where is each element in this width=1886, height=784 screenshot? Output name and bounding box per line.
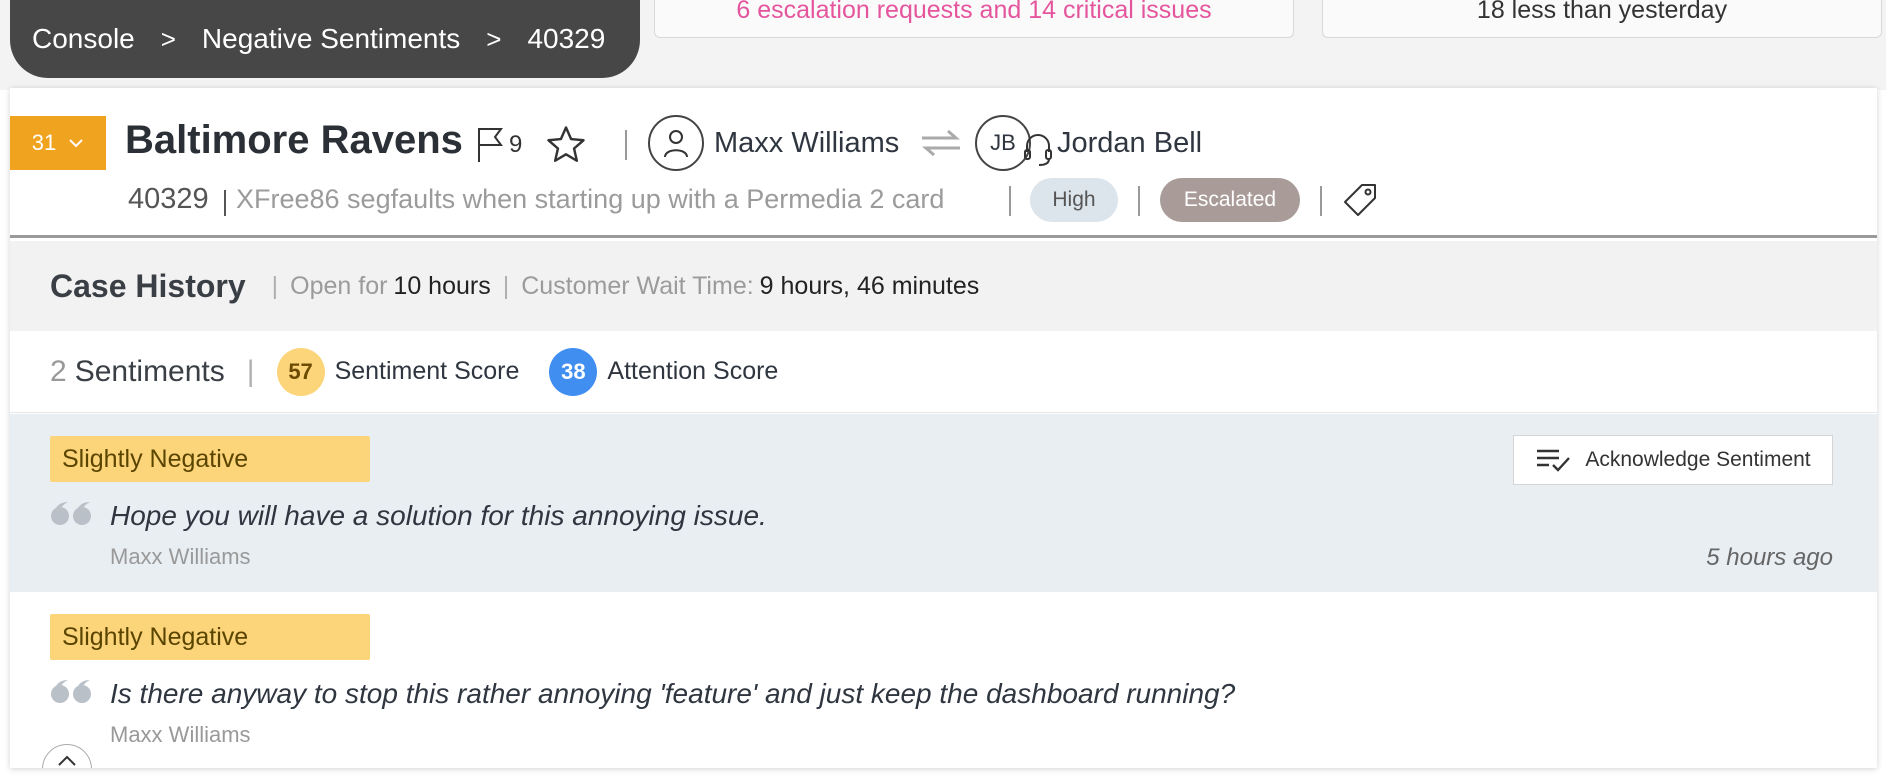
open-for-value: 10 hours — [393, 271, 491, 300]
sentiment-time: 5 hours ago — [1706, 544, 1833, 571]
agent-initials: JB — [990, 130, 1016, 155]
customer[interactable]: Maxx Williams — [648, 115, 899, 171]
sentiment-quote: Is there anyway to stop this rather anno… — [110, 678, 1236, 709]
daily-comparison-card[interactable]: 18 less than yesterday — [1322, 0, 1882, 38]
sentiment-count: 2 — [50, 354, 67, 388]
agent-name: Jordan Bell — [1057, 126, 1203, 159]
sentiment-score-label: Sentiment Score — [334, 357, 520, 385]
divider: | — [246, 354, 255, 388]
escalation-summary-card[interactable]: 6 escalation requests and 14 critical is… — [654, 0, 1294, 38]
chevron-right-icon: > — [160, 23, 176, 54]
wait-time-label: Customer Wait Time: — [521, 271, 754, 300]
attention-score-badge: 38 — [549, 347, 598, 396]
sentiment-tag: Slightly Negative — [50, 614, 370, 660]
quote-icon — [51, 680, 91, 703]
case-description: XFree86 segfaults when starting up with … — [236, 184, 945, 214]
swap-arrows-icon — [922, 129, 960, 157]
attention-score-label: Attention Score — [607, 357, 779, 385]
open-for-label: Open for — [290, 271, 388, 300]
priority-badge[interactable]: High — [1030, 178, 1118, 222]
user-avatar — [648, 115, 704, 171]
acknowledge-sentiment-button[interactable]: Acknowledge Sentiment — [1513, 435, 1833, 485]
case-header: 31 Baltimore Ravens 9 Maxx Williams JB J… — [10, 88, 1877, 238]
transfer-button[interactable] — [920, 128, 962, 158]
sentiment-quote: Hope you will have a solution for this a… — [110, 500, 767, 531]
breadcrumb: Console > Negative Sentiments > 40329 — [10, 0, 640, 78]
divider — [1320, 186, 1322, 216]
case-number: 40329 — [128, 183, 209, 215]
chevron-down-icon — [69, 139, 83, 148]
chevron-up-icon — [58, 755, 76, 766]
agent[interactable]: JB Jordan Bell — [975, 115, 1202, 171]
sentiment-score-badge: 57 — [276, 347, 325, 396]
count-dropdown[interactable]: 31 — [10, 116, 106, 170]
divider — [625, 130, 627, 160]
sentiment-item: Slightly Negative Acknowledge Sentiment … — [10, 414, 1877, 592]
sentiment-author: Maxx Williams — [110, 544, 251, 569]
wait-time-value: 9 hours, 46 minutes — [759, 271, 980, 300]
flag-count: 9 — [509, 131, 523, 158]
page-title: Baltimore Ravens — [125, 118, 463, 162]
sentiment-author: Maxx Williams — [110, 722, 251, 747]
divider — [1138, 186, 1140, 216]
tag-button[interactable] — [1342, 182, 1378, 218]
sentiment-tag: Slightly Negative — [50, 436, 370, 482]
flag-icon — [478, 128, 503, 162]
divider — [1009, 186, 1011, 216]
sentiment-item: Slightly Negative Is there anyway to sto… — [10, 592, 1877, 768]
tag-icon — [1344, 184, 1376, 216]
status-badge[interactable]: Escalated — [1160, 178, 1300, 222]
checklist-icon — [1537, 449, 1571, 472]
favorite-button[interactable] — [545, 124, 587, 166]
sentiments-label: Sentiments — [74, 354, 225, 388]
divider: | — [271, 271, 279, 300]
divider — [224, 190, 226, 216]
breadcrumb-console[interactable]: Console — [32, 23, 135, 55]
star-icon — [547, 126, 585, 162]
scores-bar: 2 Sentiments | 57 Sentiment Score 38 Att… — [10, 331, 1877, 413]
case-panel: 31 Baltimore Ravens 9 Maxx Williams JB J… — [10, 88, 1877, 768]
headset-icon — [1024, 134, 1052, 166]
user-icon — [664, 130, 688, 158]
chevron-right-icon: > — [486, 23, 502, 54]
count-value: 31 — [31, 130, 57, 155]
quote-icon — [51, 502, 91, 525]
customer-name: Maxx Williams — [714, 126, 900, 159]
breadcrumb-negative-sentiments[interactable]: Negative Sentiments — [202, 23, 460, 55]
divider: | — [502, 271, 510, 300]
acknowledge-label: Acknowledge Sentiment — [1585, 448, 1811, 471]
breadcrumb-case: 40329 — [527, 23, 606, 54]
case-history-bar: Case History | Open for 10 hours | Custo… — [10, 241, 1877, 331]
flag-button[interactable]: 9 — [475, 126, 522, 164]
case-history-title: Case History — [50, 267, 246, 304]
